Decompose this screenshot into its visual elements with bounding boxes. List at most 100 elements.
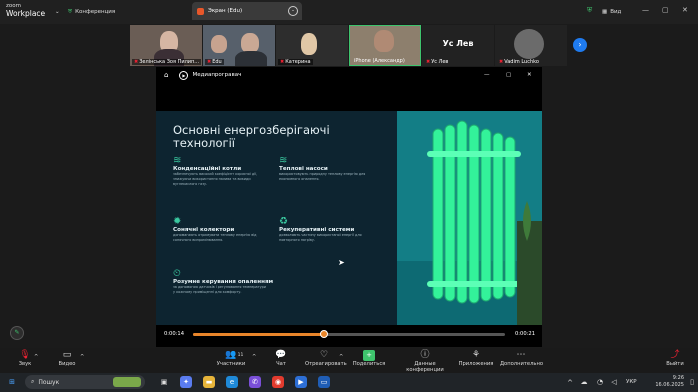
notification-icon[interactable]: ▯ xyxy=(686,376,698,388)
feature-item: ♻ Рекуперативні системи дозволяють части… xyxy=(279,216,374,243)
participant-video xyxy=(211,35,227,53)
chevron-up-icon[interactable]: ^ xyxy=(34,354,38,360)
wifi-icon: ◔ xyxy=(596,378,604,386)
mouse-cursor: ➤ xyxy=(338,258,345,267)
recycle-icon: ♻ xyxy=(279,216,288,227)
seek-bar[interactable] xyxy=(193,330,505,338)
participant-name: iPhone (Александр) xyxy=(352,58,407,64)
task-view-icon[interactable]: ▣ xyxy=(158,376,170,388)
participant-name: ✖Vadim Luchko xyxy=(497,59,541,65)
share-screen-icon: + xyxy=(363,350,375,361)
participant-tile[interactable]: ✖Зелінська Зоя Пилип... xyxy=(130,25,202,66)
maximize-button[interactable]: ▢ xyxy=(506,72,511,78)
viber-icon[interactable]: ✆ xyxy=(249,376,261,388)
leave-button[interactable]: ⤴ Выйти xyxy=(664,350,686,367)
tab-screen-share[interactable]: Экран (Edu) – xyxy=(192,2,302,20)
audio-button[interactable]: 🎙 Звук xyxy=(14,350,36,367)
close-icon[interactable]: – xyxy=(288,6,298,16)
mic-muted-icon: ✖ xyxy=(426,59,431,65)
participant-strip: ✖Зелінська Зоя Пилип... ✖Edu ✖Катерина i… xyxy=(130,25,570,67)
seek-handle[interactable] xyxy=(320,330,329,338)
react-label: Отреагировать xyxy=(305,361,347,367)
heat-waves-icon: ≋ xyxy=(279,155,288,166)
apps-icon: ⚘ xyxy=(471,350,481,360)
minimize-button[interactable]: — xyxy=(484,72,490,78)
chevron-up-icon[interactable]: ^ xyxy=(339,354,343,360)
react-button[interactable]: ♡ Отреагировать xyxy=(305,350,347,367)
participant-name: ✖Катерина xyxy=(278,59,313,65)
feature-item: ⏲ Розумне керування опаленням за допомог… xyxy=(173,268,273,295)
sun-icon: ✹ xyxy=(173,216,182,227)
maximize-button[interactable]: ▢ xyxy=(662,6,669,14)
chat-button[interactable]: 💬 Чат xyxy=(272,350,290,367)
copilot-icon[interactable]: ✦ xyxy=(180,376,192,388)
avatar xyxy=(514,29,544,59)
feature-item: ≋ Конденсаційні котли забезпечують висок… xyxy=(173,155,268,187)
participant-tile[interactable]: ✖Edu xyxy=(203,25,275,66)
chevron-up-icon[interactable]: ^ xyxy=(252,354,256,360)
next-page-button[interactable]: › xyxy=(573,38,587,52)
heart-icon: ♡ xyxy=(319,350,329,360)
chevron-up-icon[interactable]: ^ xyxy=(80,354,84,360)
participant-tile-active[interactable]: iPhone (Александр) xyxy=(349,25,421,66)
search-box[interactable]: ⌕ Пошук xyxy=(25,375,145,389)
shield-check-icon: ⛨ xyxy=(587,6,593,14)
search-icon: ⌕ xyxy=(31,378,35,385)
speaker-icon[interactable]: ◁ xyxy=(608,376,620,388)
file-explorer-icon[interactable]: ▬ xyxy=(203,376,215,388)
mic-muted-icon: 🎙 xyxy=(19,350,31,360)
participant-video xyxy=(241,33,259,53)
clock[interactable]: 9:26 16.06.2025 xyxy=(644,375,684,389)
participant-video xyxy=(374,30,394,52)
minimize-button[interactable]: — xyxy=(642,6,649,14)
participants-button[interactable]: 👥 11 Участники xyxy=(214,350,248,367)
share-label: Поделиться xyxy=(352,361,386,367)
conference-menu[interactable]: ⛨ Конференция xyxy=(68,6,115,18)
chevron-up-icon[interactable]: ^ xyxy=(564,377,576,389)
more-label: Дополнительно xyxy=(500,361,544,367)
participant-name-text: Ус Лев xyxy=(431,59,449,65)
feature-item: ≋ Теплові насоси використовують природну… xyxy=(279,155,374,182)
meeting-toolbar: 🎙 Звук ^ ▭ Видео ^ 👥 11 Участники ^ 💬 Чат… xyxy=(0,348,698,373)
participant-name: ✖Зелінська Зоя Пилип... xyxy=(132,59,202,65)
close-button[interactable]: ✕ xyxy=(527,72,532,78)
apps-button[interactable]: ⚘ Приложения xyxy=(458,350,494,367)
exit-icon: ⤴ xyxy=(670,350,680,360)
zoom-app-icon[interactable]: ▶ xyxy=(295,376,307,388)
edge-icon[interactable]: e xyxy=(226,376,238,388)
mic-muted-icon: ✖ xyxy=(134,59,139,65)
conference-info-button[interactable]: ⓘ Данные конференции xyxy=(396,350,454,373)
participants-count: 11 xyxy=(237,353,244,358)
view-menu[interactable]: ▦ Вид xyxy=(602,6,621,18)
feature-desc: допомагають отримувати теплову енергію в… xyxy=(173,233,257,242)
feature-desc: використовують природну теплову енергію … xyxy=(279,172,366,181)
participant-tile[interactable]: Ус Лев ✖Ус Лев xyxy=(422,25,494,66)
share-button[interactable]: + Поделиться xyxy=(352,350,386,367)
chevron-down-icon[interactable]: ⌄ xyxy=(55,6,60,18)
participant-tile[interactable]: ✖Катерина xyxy=(276,25,348,66)
mic-muted-icon: ✖ xyxy=(499,59,504,65)
radiator-illustration xyxy=(397,111,542,325)
more-button[interactable]: ⋯ Дополнительно xyxy=(500,350,544,367)
presentation-slide: Основні енергозберігаючі технології ≋ Ко… xyxy=(156,111,542,325)
media-title-bar: ⌂ ▶ Медиапрогравач — ▢ ✕ xyxy=(156,67,542,83)
media-controls: 0:00:14 0:00:21 xyxy=(156,325,542,347)
people-icon: 👥 11 xyxy=(225,350,244,360)
mic-muted-icon: ✖ xyxy=(207,59,212,65)
feature-desc: забезпечують високий коефіцієнт корисної… xyxy=(173,172,258,186)
slide-title: Основні енергозберігаючі технології xyxy=(173,123,330,150)
close-window-button[interactable]: ✕ xyxy=(682,6,688,14)
chrome-icon[interactable]: ◉ xyxy=(272,376,284,388)
windows-start-icon[interactable]: ⊞ xyxy=(6,376,18,388)
home-icon[interactable]: ⌂ xyxy=(164,71,168,79)
view-label: Вид xyxy=(610,9,622,15)
participant-name-text: Зелінська Зоя Пилип... xyxy=(139,59,200,65)
annotate-pencil-icon[interactable]: ✎ xyxy=(10,326,24,340)
meeting-app-icon[interactable]: ▭ xyxy=(318,376,330,388)
language-indicator[interactable]: УКР xyxy=(626,379,637,385)
participant-tile[interactable]: ✖Vadim Luchko xyxy=(495,25,567,66)
video-button[interactable]: ▭ Видео xyxy=(54,350,80,367)
app-icon xyxy=(197,7,204,15)
more-icon: ⋯ xyxy=(516,350,526,360)
camera-icon: ▭ xyxy=(62,350,72,360)
